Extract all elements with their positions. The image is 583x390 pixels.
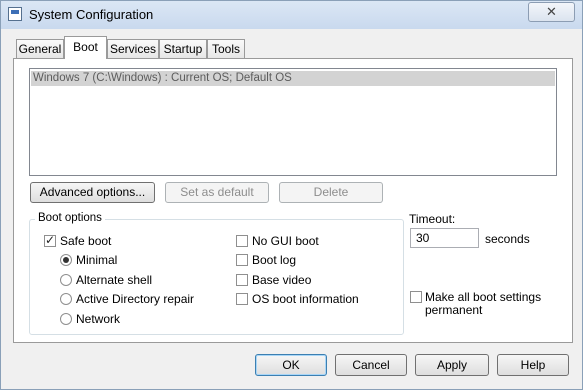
alternate-shell-radio[interactable] bbox=[60, 274, 72, 286]
close-icon: ✕ bbox=[546, 4, 557, 19]
timeout-unit-label: seconds bbox=[485, 232, 530, 246]
make-permanent-checkbox[interactable] bbox=[410, 291, 422, 303]
os-list-item[interactable]: Windows 7 (C:\Windows) : Current OS; Def… bbox=[31, 71, 555, 86]
tab-startup[interactable]: Startup bbox=[159, 39, 207, 58]
minimal-radio[interactable] bbox=[60, 254, 72, 266]
close-button[interactable]: ✕ bbox=[528, 2, 575, 22]
boot-options-label: Boot options bbox=[35, 212, 105, 224]
no-gui-boot-label: No GUI boot bbox=[252, 234, 319, 248]
make-permanent-label-line2: permanent bbox=[425, 303, 483, 317]
tab-general[interactable]: General bbox=[16, 39, 64, 58]
base-video-checkbox[interactable] bbox=[236, 274, 248, 286]
os-boot-information-checkbox[interactable] bbox=[236, 293, 248, 305]
base-video-label: Base video bbox=[252, 273, 312, 287]
safe-boot-checkbox[interactable] bbox=[44, 233, 56, 247]
tab-tools[interactable]: Tools bbox=[207, 39, 245, 58]
boot-log-label: Boot log bbox=[252, 253, 297, 267]
tab-services[interactable]: Services bbox=[107, 39, 159, 58]
minimal-label: Minimal bbox=[76, 253, 118, 267]
system-configuration-window: System Configuration ✕ General Boot Serv… bbox=[0, 0, 583, 390]
advanced-options-button[interactable]: Advanced options... bbox=[30, 182, 155, 203]
network-radio[interactable] bbox=[60, 313, 72, 325]
safe-boot-label: Safe boot bbox=[60, 234, 112, 248]
os-boot-information-label: OS boot information bbox=[252, 292, 359, 306]
active-directory-repair-radio[interactable] bbox=[60, 293, 72, 305]
set-as-default-button[interactable]: Set as default bbox=[165, 182, 269, 203]
make-permanent-label-line1: Make all boot settings bbox=[425, 290, 542, 304]
os-listbox[interactable]: Windows 7 (C:\Windows) : Current OS; Def… bbox=[29, 68, 557, 176]
msconfig-app-icon bbox=[8, 7, 22, 21]
ok-button[interactable]: OK bbox=[255, 354, 327, 376]
no-gui-boot-checkbox[interactable] bbox=[236, 235, 248, 247]
timeout-label: Timeout: bbox=[409, 212, 456, 226]
active-directory-repair-label: Active Directory repair bbox=[76, 292, 195, 306]
apply-button[interactable]: Apply bbox=[415, 354, 489, 376]
window-title: System Configuration bbox=[29, 7, 154, 22]
alternate-shell-label: Alternate shell bbox=[76, 273, 153, 287]
title-bar: System Configuration ✕ bbox=[1, 1, 582, 29]
tab-boot[interactable]: Boot bbox=[64, 36, 107, 59]
network-label: Network bbox=[76, 312, 121, 326]
boot-log-checkbox[interactable] bbox=[236, 254, 248, 266]
cancel-button[interactable]: Cancel bbox=[335, 354, 407, 376]
delete-button[interactable]: Delete bbox=[279, 182, 383, 203]
help-button[interactable]: Help bbox=[497, 354, 569, 376]
timeout-input[interactable]: 30 bbox=[410, 228, 479, 248]
